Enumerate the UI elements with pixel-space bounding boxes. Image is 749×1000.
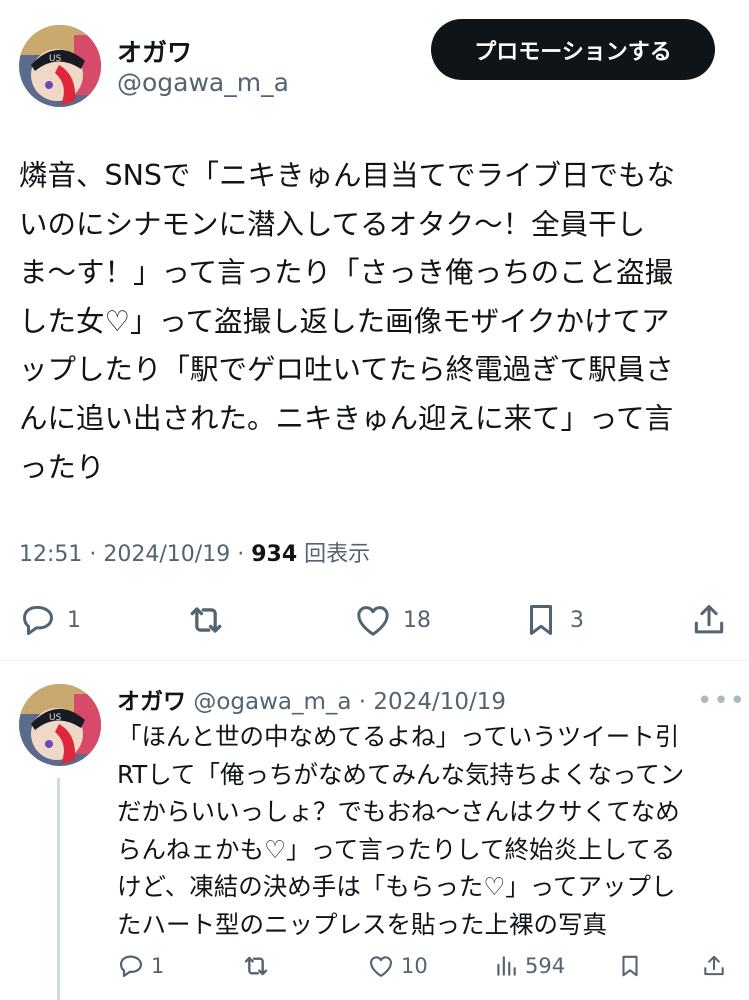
reply-reply-count: 1 [151, 954, 165, 978]
share-icon [704, 955, 724, 976]
reply-share-button[interactable] [701, 948, 727, 984]
reply-icon [23, 605, 53, 635]
divider [0, 660, 749, 661]
reply-retweet-button[interactable] [240, 948, 272, 984]
svg-text:US: US [49, 713, 62, 723]
reply-views-count: 594 [525, 954, 566, 978]
reply-header: オガワ @ogawa_m_a · 2024/10/19 [117, 689, 506, 715]
author-name[interactable]: オガワ [117, 33, 192, 69]
reply-like-count: 10 [401, 954, 428, 978]
author-handle[interactable]: @ogawa_m_a [117, 68, 289, 97]
tweet-actions: 1 18 3 [0, 596, 749, 644]
reply-reply-button[interactable]: 1 [117, 948, 164, 984]
reply-like-button[interactable]: 10 [367, 948, 428, 984]
heart-icon [357, 606, 389, 636]
retweet-icon [190, 607, 222, 633]
tweet-meta: 12:51 · 2024/10/19 · 934 回表示 [19, 542, 371, 567]
reply-date[interactable]: 2024/10/19 [373, 689, 506, 715]
more-icon[interactable]: ••• [697, 686, 746, 716]
like-count: 18 [403, 607, 431, 633]
reply-count: 1 [67, 607, 81, 633]
retweet-icon [244, 956, 268, 976]
reply-icon [119, 955, 143, 978]
reply-text: 「ほんと世の中なめてるよね」っていうツイート引 RTして「俺っちがなめてみんな気… [117, 722, 685, 939]
reply-views-button[interactable]: 594 [493, 948, 565, 984]
heart-icon [370, 956, 392, 977]
analytics-icon [497, 956, 516, 976]
reply-author-avatar[interactable]: US [19, 684, 101, 766]
svg-text:US: US [49, 54, 62, 64]
tweet-date[interactable]: 2024/10/19 [103, 542, 230, 567]
reply-author-handle[interactable]: @ogawa_m_a [193, 689, 351, 715]
author-avatar[interactable]: US [19, 25, 101, 107]
reply-bookmark-button[interactable] [617, 948, 643, 984]
bookmark-count: 3 [570, 607, 584, 633]
tweet-time[interactable]: 12:51 [19, 542, 82, 567]
bookmark-icon [622, 955, 638, 977]
reply-author-name[interactable]: オガワ [117, 689, 186, 715]
reply-actions: 1 10 594 [0, 948, 749, 984]
share-button[interactable] [690, 596, 728, 644]
retweet-button[interactable] [184, 596, 228, 644]
tweet-views-count: 934 [251, 542, 298, 567]
tweet-views-label: 回表示 [304, 542, 371, 567]
reply-button[interactable]: 1 [19, 596, 81, 644]
tweet-text: 燐音、SNSで「ニキきゅん目当てでライブ日でもな いのにシナモンに潜入してるオタ… [19, 159, 676, 484]
share-icon [694, 605, 724, 634]
bookmark-icon [529, 605, 553, 635]
bookmark-button[interactable]: 3 [522, 596, 584, 644]
like-button[interactable]: 18 [353, 596, 431, 644]
promote-button[interactable]: プロモーションする [431, 19, 715, 80]
